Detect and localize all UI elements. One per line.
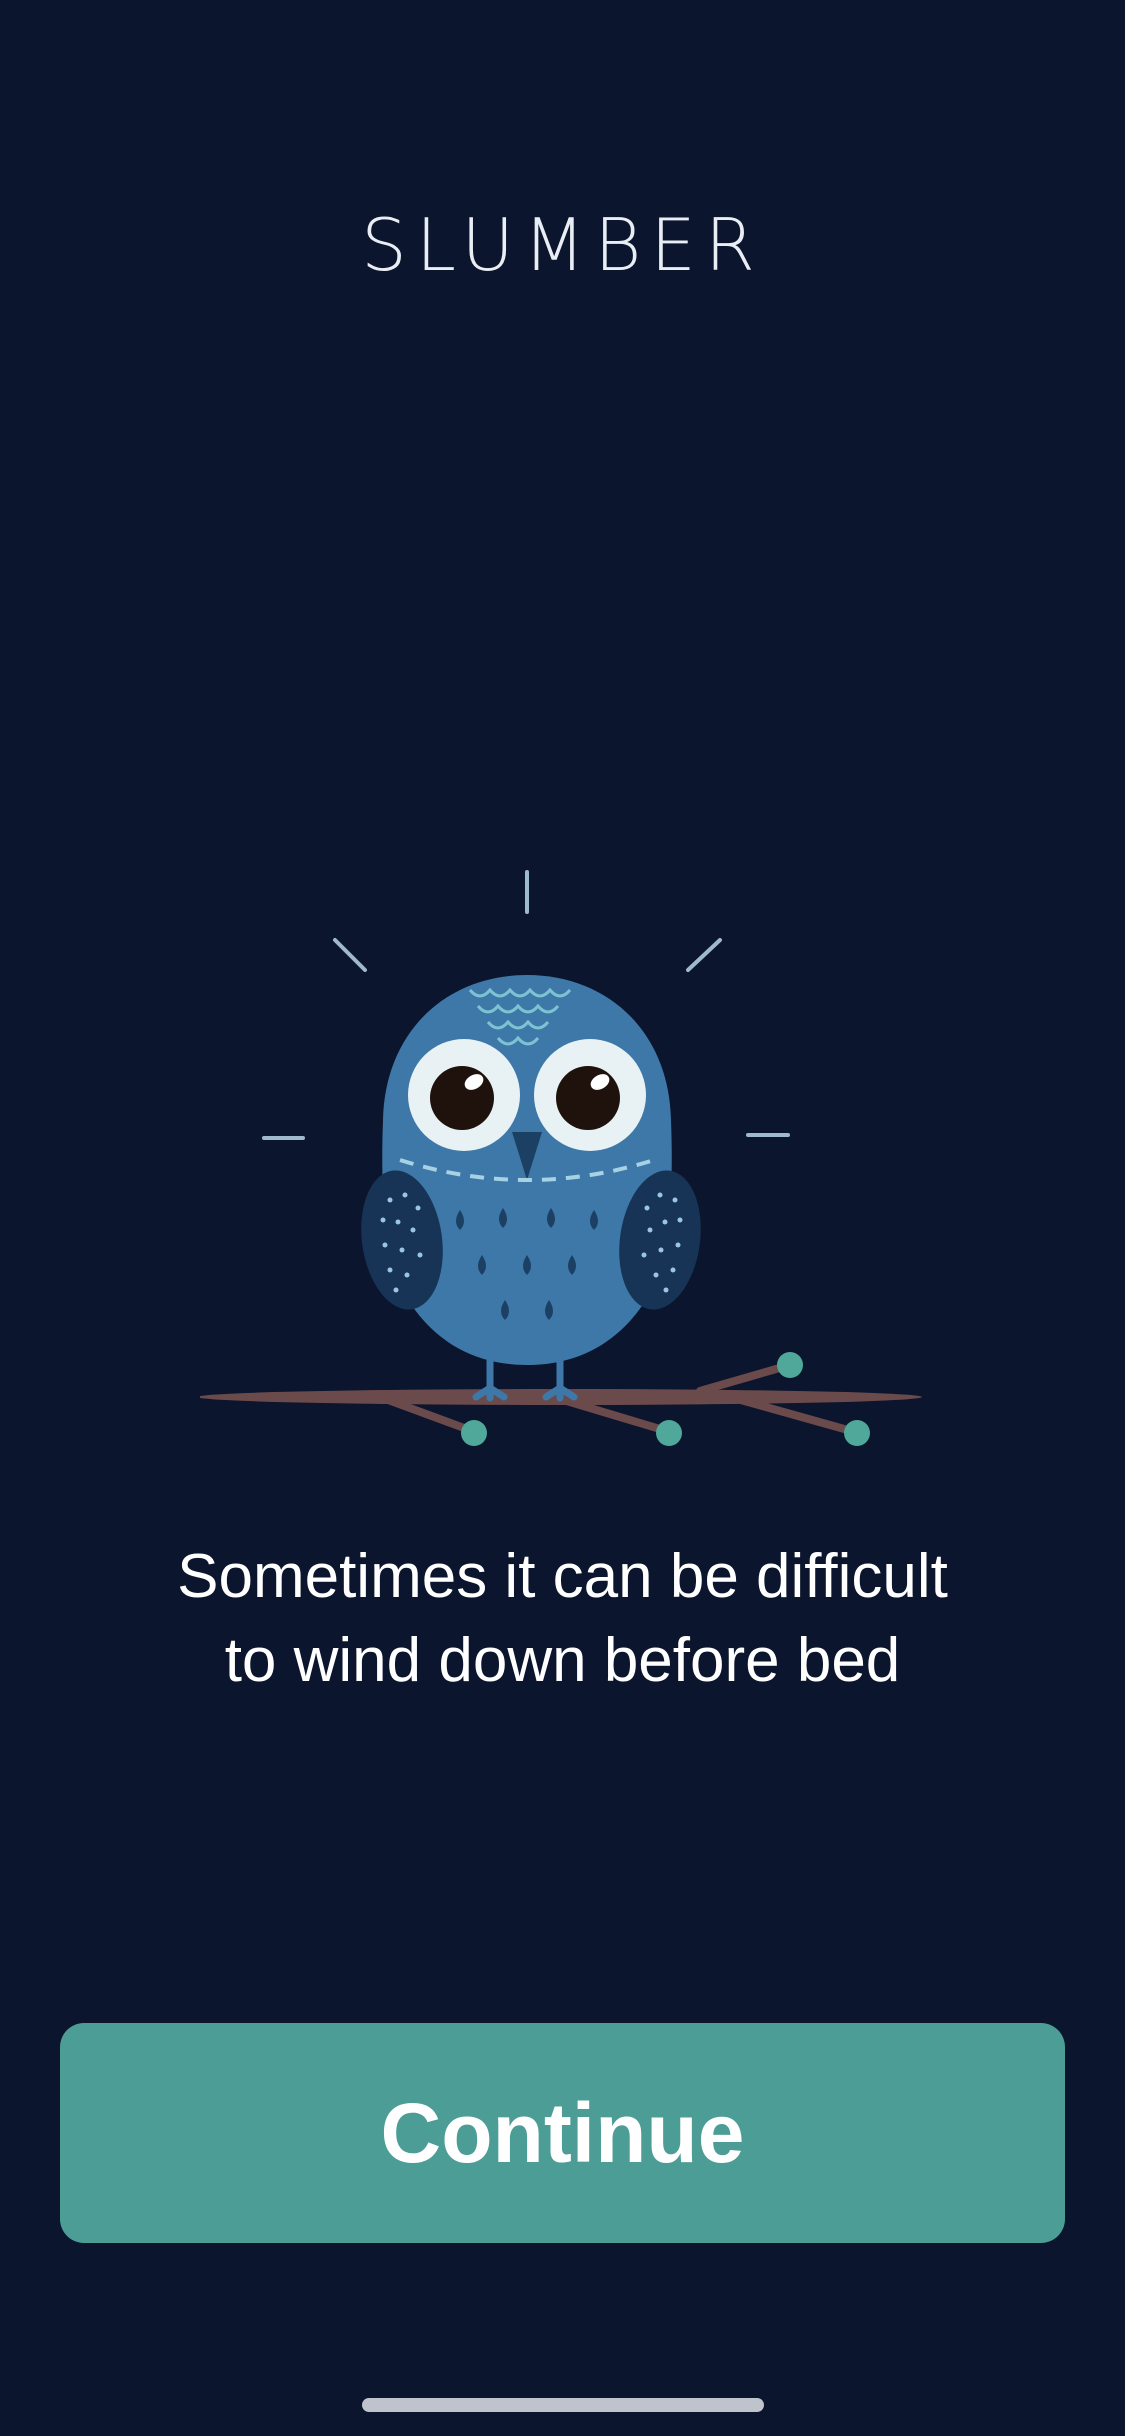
onboarding-message: Sometimes it can be difficult to wind do… <box>90 1535 1035 1703</box>
continue-button[interactable]: Continue <box>60 2023 1065 2243</box>
home-indicator[interactable] <box>362 2398 764 2412</box>
message-line-2: to wind down before bed <box>224 1626 901 1695</box>
owl-illustration <box>198 850 960 1470</box>
app-title: SLUMBER <box>361 203 764 287</box>
owl-icon <box>361 975 701 1402</box>
message-line-1: Sometimes it can be difficult <box>177 1542 948 1611</box>
